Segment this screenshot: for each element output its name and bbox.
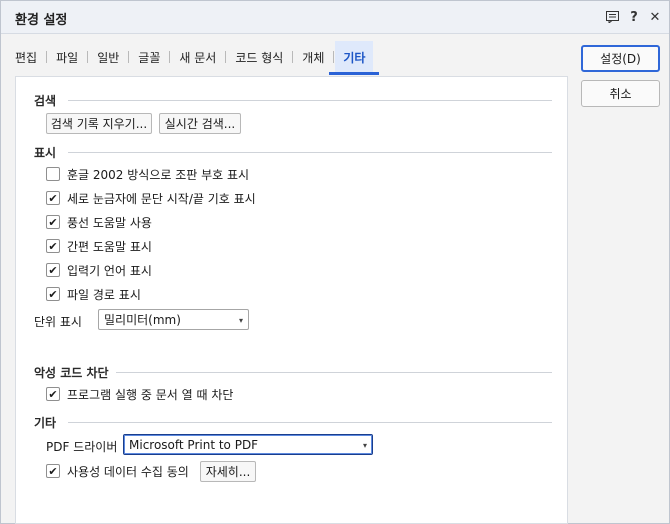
- display-group-title: 표시: [34, 146, 57, 160]
- option-quick-help[interactable]: ✔ 간편 도움말 표시: [46, 238, 152, 254]
- tab-divider: [128, 51, 130, 63]
- checkbox-legacy-marks[interactable]: [46, 167, 60, 181]
- tab-font[interactable]: 글꼴: [138, 41, 160, 73]
- option-paragraph-marks[interactable]: ✔ 세로 눈금자에 문단 시작/끝 기호 표시: [46, 190, 256, 206]
- live-search-button[interactable]: 실시간 검색...: [159, 113, 241, 134]
- search-group-title: 검색: [34, 94, 57, 108]
- option-block-macros[interactable]: ✔ 프로그램 실행 중 문서 열 때 차단: [46, 386, 233, 402]
- tab-divider: [46, 51, 48, 63]
- checkbox-usage-data[interactable]: ✔: [46, 464, 60, 478]
- option-label: 세로 눈금자에 문단 시작/끝 기호 표시: [67, 191, 256, 206]
- tab-divider: [333, 51, 335, 63]
- group-divider: [116, 372, 552, 373]
- group-divider: [68, 422, 552, 423]
- tab-object[interactable]: 개체: [302, 41, 324, 73]
- unit-label: 단위 표시: [34, 315, 82, 329]
- chevron-down-icon: ▾: [362, 441, 367, 450]
- option-label: 훈글 2002 방식으로 조판 부호 표시: [67, 167, 250, 182]
- help-icon[interactable]: ?: [625, 8, 643, 26]
- tab-other[interactable]: 기타: [329, 41, 380, 75]
- other-group-title: 기타: [34, 416, 57, 430]
- tab-new-document[interactable]: 새 문서: [179, 41, 216, 73]
- option-label: 풍선 도움말 사용: [67, 215, 152, 230]
- tab-bar: 편집 파일 일반 글꼴 새 문서 코드 형식 개체 기타: [15, 41, 380, 75]
- tab-divider: [292, 51, 294, 63]
- option-usage-data[interactable]: ✔ 사용성 데이터 수집 동의: [46, 463, 189, 479]
- checkbox-file-path[interactable]: ✔: [46, 287, 60, 301]
- checkbox-input-language[interactable]: ✔: [46, 263, 60, 277]
- context-help-icon[interactable]: [603, 8, 621, 26]
- unit-select-value: 밀리미터(mm): [104, 313, 181, 327]
- group-divider: [68, 100, 552, 101]
- cancel-button[interactable]: 취소: [581, 80, 660, 107]
- details-button[interactable]: 자세히...: [200, 461, 256, 482]
- unit-select[interactable]: 밀리미터(mm) ▾: [98, 309, 249, 330]
- option-balloon-help[interactable]: ✔ 풍선 도움말 사용: [46, 214, 152, 230]
- tab-panel-other: 검색 검색 기록 지우기... 실시간 검색... 표시 훈글 2002 방식으…: [15, 76, 568, 524]
- clear-search-history-button[interactable]: 검색 기록 지우기...: [46, 113, 152, 134]
- checkbox-balloon-help[interactable]: ✔: [46, 215, 60, 229]
- tab-general[interactable]: 일반: [97, 41, 119, 73]
- tab-divider: [169, 51, 171, 63]
- tab-divider: [225, 51, 227, 63]
- tab-divider: [87, 51, 89, 63]
- checkbox-quick-help[interactable]: ✔: [46, 239, 60, 253]
- option-label: 사용성 데이터 수집 동의: [67, 464, 189, 479]
- option-label: 파일 경로 표시: [67, 287, 141, 302]
- option-label: 간편 도움말 표시: [67, 239, 152, 254]
- option-file-path[interactable]: ✔ 파일 경로 표시: [46, 286, 141, 302]
- title-bar: 환경 설정 ? ✕: [1, 1, 669, 34]
- ok-button[interactable]: 설정(D): [581, 45, 660, 72]
- dialog-title: 환경 설정: [15, 13, 68, 28]
- pdf-driver-value: Microsoft Print to PDF: [129, 437, 259, 452]
- pdf-driver-select[interactable]: Microsoft Print to PDF ▾: [123, 434, 373, 455]
- tab-code-format[interactable]: 코드 형식: [235, 41, 283, 73]
- chevron-down-icon: ▾: [238, 316, 243, 325]
- option-input-language[interactable]: ✔ 입력기 언어 표시: [46, 262, 152, 278]
- tab-file[interactable]: 파일: [56, 41, 78, 73]
- close-icon[interactable]: ✕: [646, 8, 664, 26]
- settings-dialog: 환경 설정 ? ✕ 편집 파일 일반 글꼴 새 문서 코드 형식 개체 기타 검…: [0, 0, 670, 524]
- tab-edit[interactable]: 편집: [15, 41, 37, 73]
- option-label: 프로그램 실행 중 문서 열 때 차단: [67, 387, 234, 402]
- malicious-code-group-title: 악성 코드 차단: [34, 366, 109, 380]
- checkbox-block-macros[interactable]: ✔: [46, 387, 60, 401]
- option-label: 입력기 언어 표시: [67, 263, 152, 278]
- group-divider: [68, 152, 552, 153]
- pdf-driver-label: PDF 드라이버: [46, 440, 118, 454]
- option-legacy-marks[interactable]: 훈글 2002 방식으로 조판 부호 표시: [46, 166, 249, 182]
- checkbox-paragraph-marks[interactable]: ✔: [46, 191, 60, 205]
